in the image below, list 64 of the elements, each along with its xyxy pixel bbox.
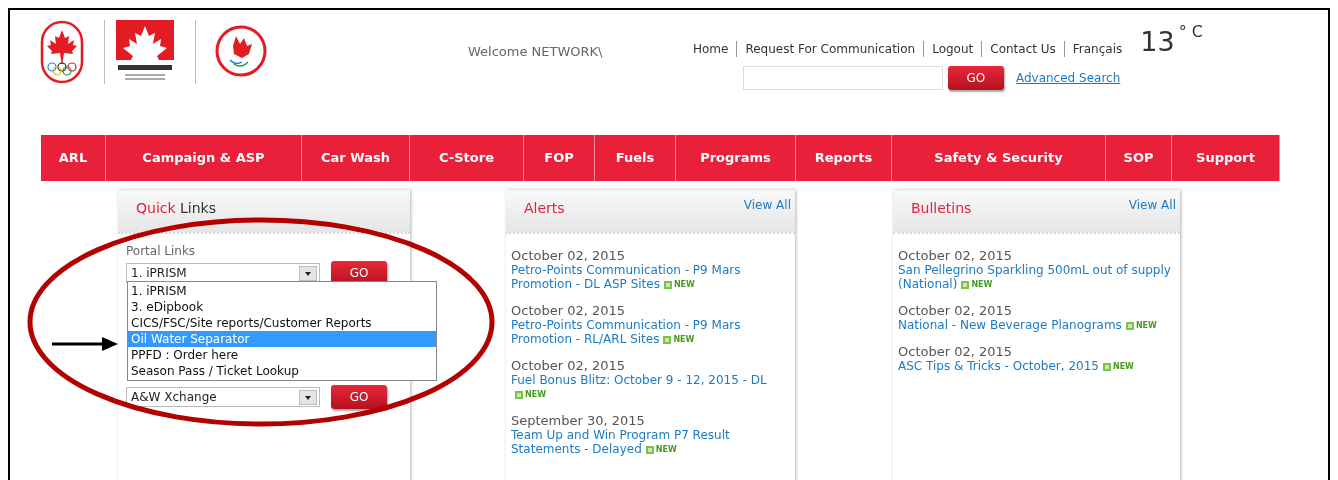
- news-date: October 02, 2015: [511, 248, 627, 263]
- panel-title: Bulletins: [911, 199, 972, 218]
- header-link[interactable]: Home: [693, 40, 729, 58]
- panel-title-accent: Quick: [136, 200, 176, 216]
- menu-tab[interactable]: FOP: [524, 135, 595, 181]
- news-link[interactable]: Petro-Points Communication - P9 Mars Promotion - RL/ARL Sites NEW: [511, 318, 790, 346]
- news-link[interactable]: Petro-Points Communication - P9 Mars Promotion - DL ASP Sites NEW: [511, 263, 790, 291]
- dropdown-option[interactable]: Season Pass / Ticket Lookup: [128, 363, 436, 379]
- temperature-unit: ° C: [1178, 24, 1203, 40]
- go-button[interactable]: GO: [331, 385, 387, 409]
- caret-icon: [299, 265, 317, 281]
- news-date: October 02, 2015: [898, 303, 1014, 318]
- view-all-link[interactable]: View All: [743, 196, 791, 214]
- menu-tab[interactable]: Safety & Security: [892, 135, 1106, 181]
- search-field[interactable]: [742, 66, 943, 90]
- dropdown-option[interactable]: 1. iPRISM: [128, 283, 436, 299]
- menu-tab[interactable]: Reports: [796, 135, 892, 181]
- header-link[interactable]: Français: [1072, 40, 1123, 58]
- dropdown-option[interactable]: PPFD : Order here: [128, 347, 436, 363]
- menu-tab[interactable]: Fuels: [595, 135, 676, 181]
- plus-icon: [961, 280, 970, 289]
- maple-leaf-logo: [115, 20, 175, 82]
- paralympic-logo: [214, 24, 268, 78]
- header-link[interactable]: Request For Communication: [745, 40, 916, 58]
- menu-tab[interactable]: C-Store: [410, 135, 524, 181]
- dropdown-option[interactable]: CICS/FSC/Site reports/Customer Reports: [128, 315, 436, 331]
- menu-tab[interactable]: Campaign & ASP: [106, 135, 302, 181]
- plus-icon: [515, 390, 523, 399]
- plus-icon: [1102, 362, 1111, 371]
- news-link[interactable]: San Pellegrino Sparkling 500mL out of supply (National) NEW: [898, 263, 1175, 291]
- menu-tab[interactable]: Support: [1172, 135, 1280, 181]
- annotation-arrow: [52, 336, 118, 352]
- news-date: October 02, 2015: [511, 358, 627, 373]
- dropdown-option[interactable]: 3. eDipbook: [128, 299, 436, 315]
- header-link[interactable]: Logout: [932, 40, 974, 58]
- menu-tab[interactable]: Car Wash: [302, 135, 410, 181]
- caret-icon: [299, 389, 317, 405]
- menu-tab[interactable]: ARL: [41, 135, 106, 181]
- view-all-link[interactable]: View All: [1128, 196, 1176, 214]
- news-date: October 02, 2015: [511, 303, 627, 318]
- news-link[interactable]: Team Up and Win Program P7 Result Statements - Delayed NEW: [511, 428, 790, 456]
- advanced-search-link[interactable]: Advanced Search: [1015, 69, 1121, 87]
- news-date: October 02, 2015: [898, 248, 1014, 263]
- go-button[interactable]: GO: [947, 66, 1004, 90]
- olympic-logo: [40, 20, 84, 84]
- field-label: Portal Links: [126, 243, 197, 260]
- panel-title: Alerts: [524, 199, 565, 218]
- dropdown-option[interactable]: Oil Water Separator: [128, 331, 436, 347]
- temperature-value: 13: [1140, 28, 1175, 55]
- news-date: October 02, 2015: [898, 344, 1014, 359]
- portal-select[interactable]: A&W Xchange: [126, 387, 320, 407]
- news-date: September 30, 2015: [511, 413, 646, 428]
- menu-tab[interactable]: Programs: [676, 135, 796, 181]
- plus-icon: [1125, 321, 1134, 330]
- plus-icon: [645, 445, 654, 454]
- menu-tab[interactable]: SOP: [1106, 135, 1172, 181]
- panel-title: Links: [180, 200, 216, 216]
- plus-icon: [663, 280, 672, 289]
- news-link[interactable]: National - New Beverage Planograms NEW: [898, 318, 1175, 332]
- header-link[interactable]: Contact Us: [990, 40, 1056, 58]
- welcome-text: Welcome NETWORK\: [468, 44, 603, 59]
- plus-icon: [663, 335, 672, 344]
- news-link[interactable]: ASC Tips & Tricks - October, 2015 NEW: [898, 359, 1175, 373]
- news-link[interactable]: Fuel Bonus Blitz: October 9 - 12, 2015 - DL NEW: [511, 373, 790, 401]
